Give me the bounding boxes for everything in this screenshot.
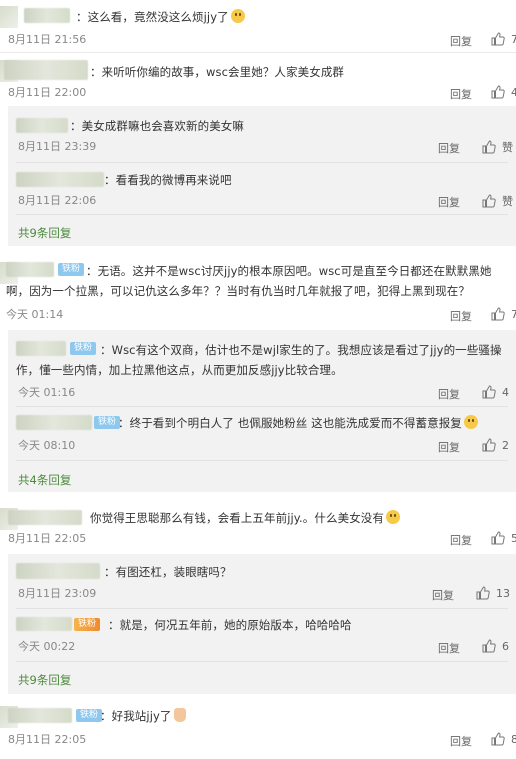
username-redacted[interactable] bbox=[8, 510, 82, 525]
like-count: 4 bbox=[502, 385, 509, 399]
like-count: 7 bbox=[511, 307, 516, 321]
reply-time: 今天 08:10 bbox=[18, 439, 76, 452]
thumbs-up-icon bbox=[476, 586, 490, 600]
reply-button[interactable]: 回复 bbox=[450, 733, 472, 749]
smirk-emoji-icon bbox=[386, 510, 401, 524]
comment-time: 8月11日 22:05 bbox=[8, 733, 87, 746]
reply-text: ：美女成群嘛也会喜欢新的美女嘛 bbox=[70, 119, 244, 133]
comment-time: 8月11日 22:05 bbox=[8, 532, 87, 545]
like-count: 13 bbox=[496, 586, 510, 600]
divider bbox=[16, 406, 508, 407]
reply-time: 今天 00:22 bbox=[18, 640, 76, 653]
iron-fan-badge: 铁粉 bbox=[94, 416, 121, 429]
reply-button[interactable]: 回复 bbox=[438, 640, 460, 656]
like-button[interactable]: 13 bbox=[476, 586, 510, 600]
divider bbox=[16, 608, 508, 609]
like-count: 2 bbox=[502, 438, 509, 452]
comment-time: 今天 01:14 bbox=[6, 308, 64, 321]
thumbs-up-icon bbox=[482, 438, 496, 452]
avatar[interactable] bbox=[0, 6, 18, 28]
like-button[interactable]: 赞 bbox=[482, 193, 513, 209]
divider bbox=[16, 214, 508, 215]
laughing-emoji-icon bbox=[230, 9, 245, 23]
reply-button[interactable]: 回复 bbox=[438, 439, 460, 455]
thumbs-up-icon bbox=[491, 85, 505, 99]
thumbs-up-icon bbox=[491, 531, 505, 545]
username-redacted[interactable] bbox=[4, 60, 88, 80]
divider bbox=[16, 460, 508, 461]
username-redacted[interactable] bbox=[16, 118, 68, 133]
like-button[interactable]: 赞 bbox=[482, 139, 513, 155]
reply-button[interactable]: 回复 bbox=[438, 140, 460, 156]
reply-button[interactable]: 回复 bbox=[438, 386, 460, 402]
iron-fan-badge: 铁粉 bbox=[74, 618, 101, 631]
comment-text: ：来听听你编的故事，wsc会里她？人家美女成群 bbox=[90, 65, 345, 79]
username-redacted[interactable] bbox=[8, 708, 72, 723]
reply-text: ：看看我的微博再来说吧 bbox=[104, 173, 232, 187]
comment-text: ：好我站jjy了 bbox=[100, 708, 186, 724]
comment-time: 8月11日 21:56 bbox=[8, 33, 87, 46]
reply-text: ：就是，何况五年前，她的原始版本，哈哈哈哈 bbox=[108, 618, 352, 632]
thumbs-up-icon bbox=[491, 32, 505, 46]
thumbs-up-icon bbox=[482, 140, 496, 154]
like-count: 7 bbox=[511, 32, 516, 46]
reply-button[interactable]: 回复 bbox=[450, 86, 472, 102]
username-redacted[interactable] bbox=[16, 617, 72, 631]
thumbs-up-icon bbox=[482, 385, 496, 399]
like-button[interactable]: 6 bbox=[482, 639, 509, 653]
view-more-replies-link[interactable]: 共9条回复 bbox=[18, 225, 71, 241]
reply-button[interactable]: 回复 bbox=[450, 33, 472, 49]
divider bbox=[0, 52, 516, 53]
like-button[interactable]: 8 bbox=[491, 732, 516, 746]
ok-hand-icon bbox=[173, 708, 186, 722]
view-more-replies-link[interactable]: 共9条回复 bbox=[18, 672, 71, 688]
like-count: 4 bbox=[511, 85, 516, 99]
username-redacted[interactable] bbox=[16, 172, 104, 187]
like-count: 8 bbox=[511, 732, 516, 746]
divider bbox=[16, 661, 508, 662]
like-button[interactable]: 7 bbox=[491, 307, 516, 321]
reply-time: 8月11日 22:06 bbox=[18, 194, 97, 207]
like-button[interactable]: 7 bbox=[491, 32, 516, 46]
comment-text: ：无语。这并不是wsc讨厌jjy的根本原因吧。wsc可是直至今日都还在默默黑她啊… bbox=[6, 264, 492, 298]
like-button[interactable]: 2 bbox=[482, 438, 509, 452]
iron-fan-badge: 铁粉 bbox=[76, 709, 103, 722]
reply-text: ：有图还杠，装眼瞎吗？ bbox=[104, 565, 232, 579]
divider bbox=[16, 162, 508, 163]
reply-time: 8月11日 23:39 bbox=[18, 140, 97, 153]
reply-button[interactable]: 回复 bbox=[450, 532, 472, 548]
sweating-emoji-icon bbox=[463, 415, 478, 429]
comment-text: ：这么看，竟然没这么烦jjy了 bbox=[76, 9, 245, 25]
thumbs-up-icon bbox=[491, 732, 505, 746]
reply-button[interactable]: 回复 bbox=[438, 194, 460, 210]
like-button[interactable]: 4 bbox=[482, 385, 509, 399]
like-button[interactable]: 5 bbox=[491, 531, 516, 545]
like-count: 赞 bbox=[502, 195, 513, 208]
like-count: 6 bbox=[502, 639, 509, 653]
thumbs-up-icon bbox=[482, 194, 496, 208]
username-redacted[interactable] bbox=[16, 563, 100, 579]
thumbs-up-icon bbox=[491, 307, 505, 321]
like-count: 赞 bbox=[502, 141, 513, 154]
thumbs-up-icon bbox=[482, 639, 496, 653]
like-button[interactable]: 4 bbox=[491, 85, 516, 99]
username-redacted[interactable] bbox=[16, 415, 92, 430]
reply-button[interactable]: 回复 bbox=[432, 587, 454, 603]
comment-text: 你觉得王思聪那么有钱，会看上五年前jjy.。什么美女没有 bbox=[90, 510, 401, 526]
reply-time: 今天 01:16 bbox=[18, 386, 76, 399]
reply-text: ：终于看到个明白人了 也佩服她粉丝 这也能洗成爱而不得蓄意报复 bbox=[118, 415, 478, 431]
comment-time: 8月11日 22:00 bbox=[8, 86, 87, 99]
reply-button[interactable]: 回复 bbox=[450, 308, 472, 324]
reply-time: 8月11日 23:09 bbox=[18, 587, 97, 600]
like-count: 5 bbox=[511, 531, 516, 545]
username-redacted[interactable] bbox=[24, 8, 70, 23]
view-more-replies-link[interactable]: 共4条回复 bbox=[18, 472, 71, 488]
reply-text: ：Wsc有这个双商，估计也不是wjl家生的了。我想应该是看过了jjy的一些骚操作… bbox=[16, 343, 502, 377]
